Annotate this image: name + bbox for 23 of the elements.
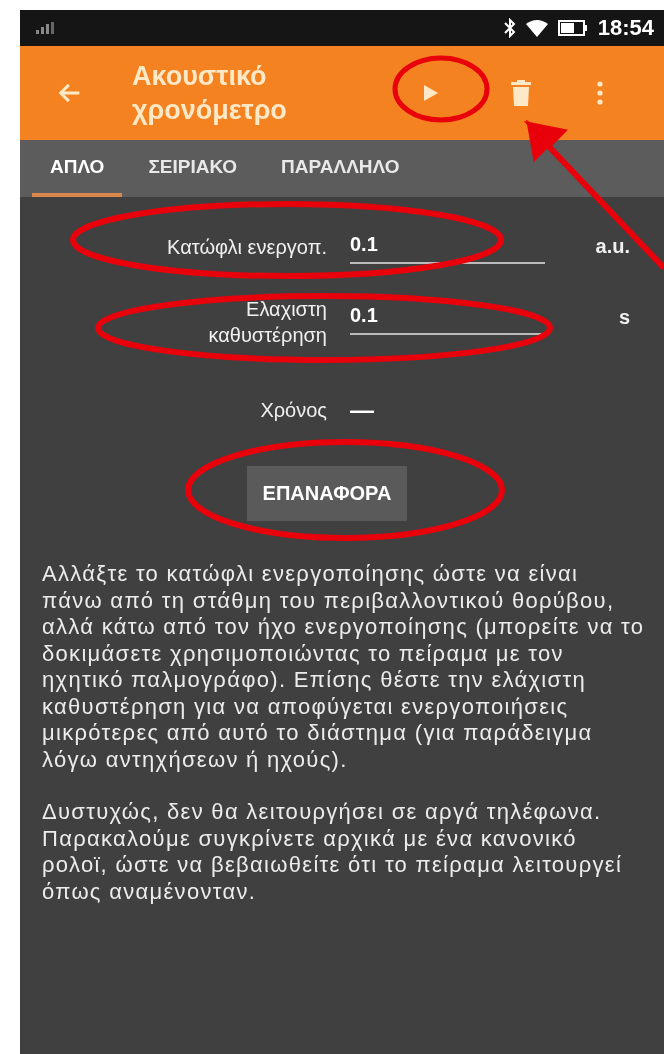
signal-icon: [36, 22, 56, 34]
play-icon[interactable]: [424, 85, 438, 101]
reset-button[interactable]: ΕΠΑΝΑΦΟΡΑ: [246, 466, 408, 521]
help-paragraph: Αλλάξτε το κατώφλι ενεργοποίησης ώστε να είναι πάνω από τη στάθμη του περιβαλλοντικού θορύβου, αλλά κάτω από τον ήχο ενεργοποίησης (μπορείτε να το δοκιμάσετε χρησιμοποιώντας το πείραμα με τον ηχητικό παλμογράφο). Επίσης θέστε την ελάχιστη καθυστέρηση για να αποφύγεται ενεργοποιήσεις μικρότερες από αυτό το διάστημα (για παράδειγμα λόγω αντηχήσεων ή ηχούς).: [42, 561, 646, 773]
bluetooth-icon: [503, 18, 516, 38]
unit-label: s: [617, 305, 631, 329]
app-title: Ακουστικό χρονόμετρο: [132, 60, 288, 127]
more-options-icon[interactable]: [597, 81, 603, 105]
result-value: —: [350, 396, 375, 424]
input-field[interactable]: 0.1: [350, 229, 545, 264]
field-label: Ελαχιστη καθυστέρηση: [207, 297, 327, 348]
result-label: Χρόνος: [260, 398, 327, 423]
trash-icon[interactable]: [511, 80, 531, 106]
field-label: Κατώφλι ενεργοπ.: [167, 234, 327, 260]
unit-label: a.u.: [594, 235, 631, 258]
wifi-icon: [525, 19, 548, 37]
battery-icon: [557, 20, 588, 36]
tab[interactable]: ΠΑΡΑΛΛΗΛΟ: [263, 140, 418, 197]
help-paragraph: Δυστυχώς, δεν θα λειτουργήσει σε αργά τηλέφωνα. Παρακαλούμε συγκρίνετε αρχικά με ένα κανονικό ρολοϊ, ώστε να βεβαιωθείτε ότι το πείραμα λειτουργεί όπως αναμένονταν.: [42, 799, 624, 905]
status-time: 18:54: [597, 15, 654, 41]
tab[interactable]: ΑΠΛΟ: [32, 140, 123, 197]
input-field[interactable]: 0.1: [350, 299, 545, 335]
tab[interactable]: ΣΕΙΡΙΑΚΟ: [130, 140, 256, 197]
